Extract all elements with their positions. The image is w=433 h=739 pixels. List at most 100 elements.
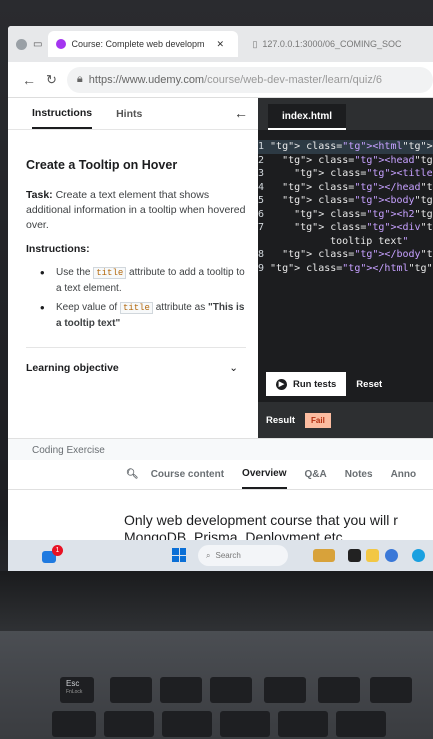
code-line[interactable]: 4 "tg"> class="tg"></head"tg">> [258,181,433,195]
mute-key[interactable] [110,677,152,703]
code-line[interactable]: 5 "tg"> class="tg"><body"tg">> [258,194,433,208]
tab-announcements[interactable]: Anno [391,469,417,480]
app-icon[interactable] [385,549,398,562]
folder-icon[interactable] [366,549,379,562]
line-number: 2 [258,154,265,166]
key-5[interactable] [336,711,386,737]
profile-icon[interactable] [16,38,27,50]
taskbar-search-placeholder: Search [215,551,241,560]
code-text: "tg"> class="tg"><body"tg">> [282,195,433,206]
code-text: "tg"> class="tg"><div"tg"> title="This [294,222,433,233]
inline-code: title [119,302,153,314]
tab-hints[interactable]: Hints [116,108,142,120]
tab-qa[interactable]: Q&A [305,469,327,480]
promo-line-2: MongoDB, Prisma, Deployment etc. [124,529,347,540]
esc-label: Esc [66,679,80,688]
edge-icon[interactable] [412,549,425,562]
bullet-text: attribute as [152,302,208,313]
instructions-heading: Instructions: [26,243,90,255]
code-line[interactable]: 2 "tg"> class="tg"><head"tg">> [258,154,433,168]
tab-instructions[interactable]: Instructions [32,99,93,129]
list-item: Use the title attribute to add a tooltip… [38,265,246,296]
address-bar-row: ← ↻ 🔒︎ https://www.udemy.com/course/web-… [8,62,433,98]
code-line[interactable]: 9 "tg"> class="tg"></html"tg">> [258,262,433,276]
search-icon: ⌕ [206,550,211,560]
line-number: 3 [258,168,265,179]
code-line[interactable]: 3 "tg"> class="tg"><title"tg">>This is a [258,167,433,181]
url-field[interactable]: 🔒︎ https://www.udemy.com/course/web-dev-… [66,66,433,93]
code-lines[interactable]: 1 "tg"> class="tg"><html"tg">> 2 "tg"> cla… [258,130,433,275]
tab-overview[interactable]: Overview [242,460,287,489]
line-number: 6 [258,208,265,220]
code-editor[interactable]: index.html 1 "tg"> class="tg"><html"tg">>… [258,98,433,366]
task-description: Task: Create a text element that shows a… [26,188,246,233]
run-tests-button[interactable]: ▶ Run tests [266,372,347,396]
key-1[interactable] [104,711,154,737]
line-number: 8 [258,249,265,260]
reset-button[interactable]: Reset [356,379,382,390]
app-icon[interactable] [313,549,335,562]
coding-exercise-label: Coding Exercise [8,438,433,460]
inline-code: title [93,267,127,279]
tab-udemy-course[interactable]: Course: Complete web developm ✕ [48,31,239,57]
windows-start-icon[interactable] [172,548,186,562]
code-line[interactable]: tooltip text" [258,235,433,249]
collapse-arrow-icon[interactable]: ← [234,105,248,121]
learning-objective-toggle[interactable]: Learning objective ⌄ [26,347,246,374]
tab-actions-icon[interactable]: ▭ [33,39,42,50]
keyboard-deck: Esc FnLock [0,631,433,739]
line-number: 9 [258,262,265,274]
course-description: Only web development course that you wil… [8,490,433,540]
code-text: "tg"> class="tg"><head"tg">> [282,154,433,166]
close-icon[interactable]: ✕ [216,39,224,50]
line-number: 1 [258,141,265,152]
tilde-key[interactable] [52,711,96,737]
page-icon: ▯ [252,38,258,49]
browser-tab-bar: ▭ Course: Complete web developm ✕ ▯ 127.… [8,26,433,62]
code-text: tooltip text" [294,235,409,247]
code-line[interactable]: 7 "tg"> class="tg"><div"tg"> title="This [258,221,433,235]
tab-course-content[interactable]: Course content [151,469,224,480]
task-text: Create a text element that shows additio… [26,189,246,231]
search-icon[interactable]: 🔍︎ [126,469,139,480]
url-path: /course/web-dev-master/learn/quiz/6 [204,73,383,86]
code-line[interactable]: 1 "tg"> class="tg"><html"tg">> [258,140,433,154]
file-tab-index-html[interactable]: index.html [268,104,347,130]
list-item: Keep value of title attribute as "This i… [38,300,246,331]
esc-key[interactable]: Esc FnLock [60,677,94,703]
code-line[interactable]: 6 "tg"> class="tg"><h2"tg">>example"tg">… [258,208,433,222]
tab-title-localhost: 127.0.0.1:3000/06_COMING_SOC [262,39,402,49]
key-4[interactable] [278,711,328,737]
lock-icon: 🔒︎ [76,73,83,85]
volume-down-key[interactable] [160,677,202,703]
taskbar-search[interactable]: ⌕ Search [198,545,288,566]
volume-up-key[interactable] [210,677,252,703]
code-text: "tg"> class="tg"><h2"tg">>example"tg"> c… [294,208,433,220]
laptop-bezel [0,571,433,631]
brightness-key[interactable] [370,677,412,703]
promo-line-1: Only web development course that you wil… [124,512,398,528]
reload-icon[interactable]: ↻ [46,72,57,88]
brightness-key[interactable] [318,677,360,703]
tab-localhost[interactable]: ▯ 127.0.0.1:3000/06_COMING_SOC [244,31,409,57]
task-label: Task: [26,189,53,201]
exercise-title: Create a Tooltip on Hover [26,158,178,172]
mic-key[interactable] [264,677,306,703]
line-number: 5 [258,195,265,206]
status-badge: Fail [305,412,331,428]
udemy-favicon-icon [56,39,67,49]
code-text: "tg"> class="tg"><html"tg">> [270,141,433,152]
back-arrow-icon[interactable]: ← [22,72,36,88]
app-icon[interactable] [348,549,361,562]
tab-notes[interactable]: Notes [345,469,373,480]
fnlock-label: FnLock [66,689,83,695]
run-tests-label: Run tests [293,378,337,390]
widgets-icon[interactable]: 1 [40,545,63,567]
line-number: 7 [258,222,265,233]
key-2[interactable] [162,711,212,737]
code-text: "tg"> class="tg"></html"tg">> [270,262,433,274]
key-3[interactable] [220,711,270,737]
instructions-panel: Instructions Hints ← Create a Tooltip on… [8,98,258,438]
code-line[interactable]: 8 "tg"> class="tg"></body"tg">> [258,248,433,262]
learning-objective-label: Learning objective [26,362,119,374]
